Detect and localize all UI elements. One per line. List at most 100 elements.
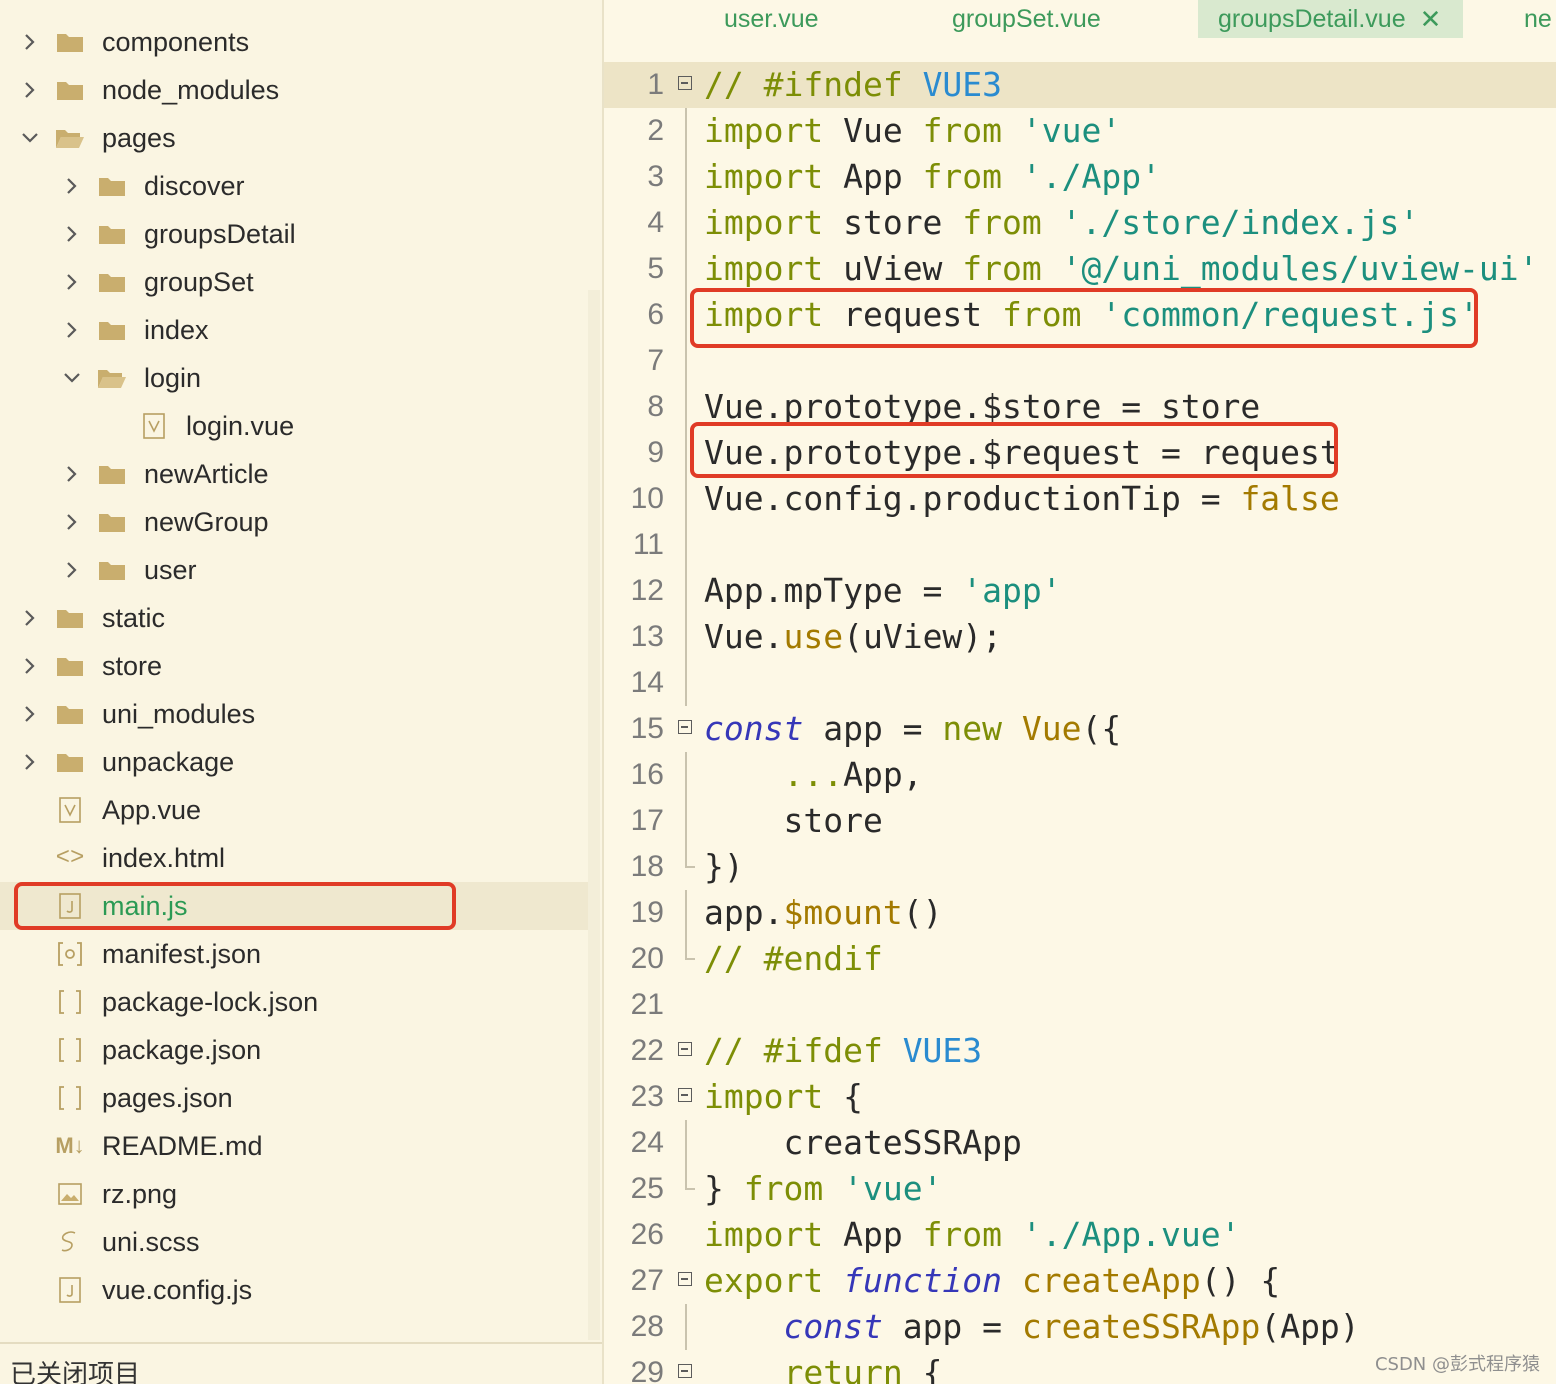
code-line[interactable]: 12 App.mpType = 'app' bbox=[604, 568, 1556, 614]
indent-guide bbox=[685, 338, 687, 384]
tree-item-readme-md[interactable]: M↓ README.md bbox=[0, 1122, 588, 1170]
indent-guide bbox=[685, 844, 687, 867]
code-line[interactable]: 24 createSSRApp bbox=[604, 1120, 1556, 1166]
tree-item-discover[interactable]: discover bbox=[0, 162, 588, 210]
chevron-right-icon[interactable] bbox=[58, 556, 86, 584]
code-line[interactable]: 21 bbox=[604, 982, 1556, 1028]
code-text: Vue.config.productionTip = false bbox=[704, 476, 1340, 522]
tree-item-app-vue[interactable]: App.vue bbox=[0, 786, 588, 834]
tree-item-uni-scss[interactable]: uni.scss bbox=[0, 1218, 588, 1266]
code-line[interactable]: 22 // #ifdef VUE3 bbox=[604, 1028, 1556, 1074]
code-line[interactable]: 13 Vue.use(uView); bbox=[604, 614, 1556, 660]
tree-item-label: unpackage bbox=[102, 746, 235, 777]
chevron-right-icon[interactable] bbox=[16, 604, 44, 632]
tree-item-groupsdetail[interactable]: groupsDetail bbox=[0, 210, 588, 258]
code-token: from bbox=[962, 249, 1042, 288]
code-token: App bbox=[823, 157, 923, 196]
tree-item-manifest-json[interactable]: manifest.json bbox=[0, 930, 588, 978]
tree-item-login[interactable]: login bbox=[0, 354, 588, 402]
chevron-right-icon[interactable] bbox=[58, 220, 86, 248]
code-line[interactable]: 2 import Vue from 'vue' bbox=[604, 108, 1556, 154]
close-icon[interactable]: ✕ bbox=[1420, 4, 1442, 35]
tab-groupsdetail-vue[interactable]: groupsDetail.vue ✕ bbox=[1198, 0, 1464, 38]
chevron-right-icon[interactable] bbox=[58, 268, 86, 296]
tree-item-store[interactable]: store bbox=[0, 642, 588, 690]
tab-ne[interactable]: ne bbox=[1524, 0, 1552, 38]
code-token: VUE3 bbox=[902, 1031, 983, 1070]
fold-toggle-icon[interactable] bbox=[678, 720, 692, 734]
tab-user-vue[interactable]: user.vue bbox=[724, 0, 819, 38]
fold-toggle-icon[interactable] bbox=[678, 1272, 692, 1286]
code-line[interactable]: 23 import { bbox=[604, 1074, 1556, 1120]
code-token: './store/index.js' bbox=[1061, 203, 1420, 242]
code-line[interactable]: 20 // #endif bbox=[604, 936, 1556, 982]
code-line[interactable]: 27 export function createApp() { bbox=[604, 1258, 1556, 1304]
tree-item-groupset[interactable]: groupSet bbox=[0, 258, 588, 306]
code-token: { bbox=[823, 1077, 863, 1116]
code-text: const app = createSSRApp(App) bbox=[704, 1304, 1359, 1350]
tree-item-login-vue[interactable]: login.vue bbox=[0, 402, 588, 450]
code-line[interactable]: 5 import uView from '@/uni_modules/uview-… bbox=[604, 246, 1556, 292]
indent-guide bbox=[685, 384, 687, 430]
tree-item-pages[interactable]: pages bbox=[0, 114, 588, 162]
code-line[interactable]: 19 app.$mount() bbox=[604, 890, 1556, 936]
code-line[interactable]: 14 bbox=[604, 660, 1556, 706]
code-token: 'app' bbox=[962, 571, 1062, 610]
tree-item-uni-modules[interactable]: uni_modules bbox=[0, 690, 588, 738]
tree-item-package-json[interactable]: package.json bbox=[0, 1026, 588, 1074]
fold-toggle-icon[interactable] bbox=[678, 1364, 692, 1378]
line-number: 29 bbox=[630, 1356, 664, 1384]
chevron-right-icon[interactable] bbox=[58, 508, 86, 536]
highlight-box-prototype-request bbox=[690, 422, 1338, 478]
tree-item-index-html[interactable]: <> index.html bbox=[0, 834, 588, 882]
code-line[interactable]: 26 import App from './App.vue' bbox=[604, 1212, 1556, 1258]
chevron-right-icon[interactable] bbox=[16, 28, 44, 56]
tree-item-static[interactable]: static bbox=[0, 594, 588, 642]
tree-item-node-modules[interactable]: node_modules bbox=[0, 66, 588, 114]
code-line[interactable]: 11 bbox=[604, 522, 1556, 568]
code-line[interactable]: 28 const app = createSSRApp(App) bbox=[604, 1304, 1556, 1350]
tree-item-package-lock-json[interactable]: package-lock.json bbox=[0, 978, 588, 1026]
tree-item-newgroup[interactable]: newGroup bbox=[0, 498, 588, 546]
fold-toggle-icon[interactable] bbox=[678, 1042, 692, 1056]
code-token: import bbox=[704, 249, 824, 288]
code-line[interactable]: 16 ...App, bbox=[604, 752, 1556, 798]
code-line[interactable]: 17 store bbox=[604, 798, 1556, 844]
sidebar-scrollbar[interactable] bbox=[588, 290, 600, 1340]
tree-item-label: node_modules bbox=[102, 74, 280, 105]
code-line[interactable]: 25} from 'vue' bbox=[604, 1166, 1556, 1212]
tree-item-pages-json[interactable]: pages.json bbox=[0, 1074, 588, 1122]
chevron-right-icon[interactable] bbox=[16, 652, 44, 680]
code-line[interactable]: 4 import store from './store/index.js' bbox=[604, 200, 1556, 246]
folder-icon bbox=[96, 220, 128, 248]
chevron-right-icon[interactable] bbox=[16, 76, 44, 104]
tree-item-vue-config-js[interactable]: vue.config.js bbox=[0, 1266, 588, 1314]
chevron-right-icon[interactable] bbox=[16, 700, 44, 728]
tree-item-label: pages bbox=[102, 122, 176, 153]
chevron-right-icon[interactable] bbox=[58, 460, 86, 488]
closed-projects-bar[interactable]: 已关闭项目 bbox=[0, 1342, 602, 1384]
tree-item-label: login bbox=[144, 362, 202, 393]
tree-item-index[interactable]: index bbox=[0, 306, 588, 354]
tree-item-components[interactable]: components bbox=[0, 18, 588, 66]
code-line[interactable]: 1 // #ifndef VUE3 bbox=[604, 62, 1556, 108]
chevron-down-icon[interactable] bbox=[16, 124, 44, 152]
tree-item-user[interactable]: user bbox=[0, 546, 588, 594]
chevron-right-icon[interactable] bbox=[58, 316, 86, 344]
tree-item-newarticle[interactable]: newArticle bbox=[0, 450, 588, 498]
tree-item-unpackage[interactable]: unpackage bbox=[0, 738, 588, 786]
code-line[interactable]: 15 const app = new Vue({ bbox=[604, 706, 1556, 752]
code-line[interactable]: 3 import App from './App' bbox=[604, 154, 1556, 200]
chevron-right-icon[interactable] bbox=[58, 172, 86, 200]
code-editor[interactable]: 29 return {28 const app = createSSRApp(A… bbox=[604, 62, 1556, 1384]
code-line[interactable]: 18}) bbox=[604, 844, 1556, 890]
tab-groupset-vue[interactable]: groupSet.vue bbox=[952, 0, 1101, 38]
fold-toggle-icon[interactable] bbox=[678, 76, 692, 90]
chevron-right-icon[interactable] bbox=[16, 748, 44, 776]
code-line[interactable]: 10 Vue.config.productionTip = false bbox=[604, 476, 1556, 522]
tree-item-rz-png[interactable]: rz.png bbox=[0, 1170, 588, 1218]
fold-toggle-icon[interactable] bbox=[678, 1088, 692, 1102]
chevron-down-icon[interactable] bbox=[58, 364, 86, 392]
